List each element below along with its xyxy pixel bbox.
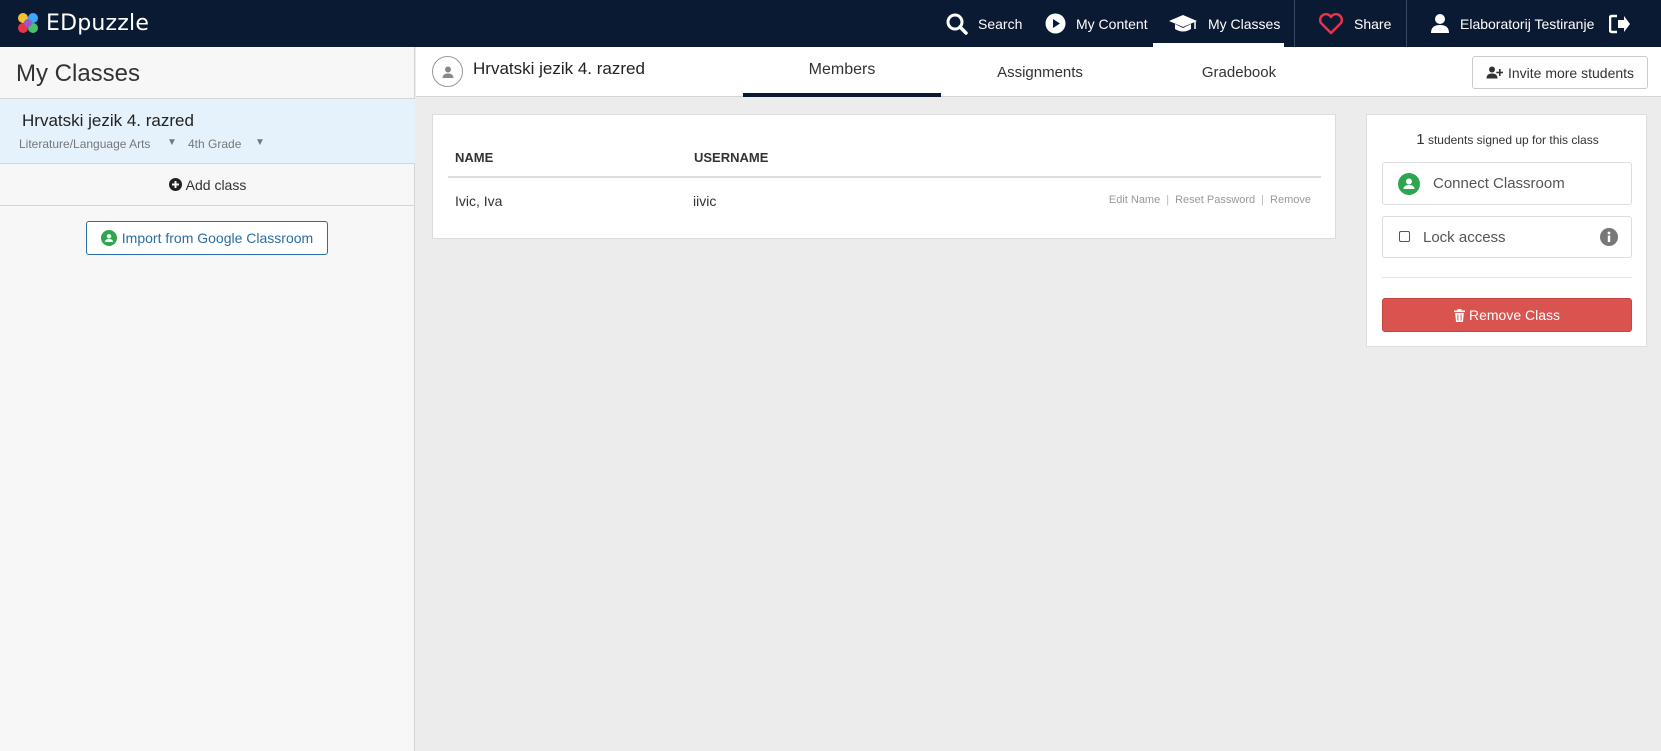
class-subject[interactable]: Literature/Language Arts [19,137,150,151]
user-icon [442,66,453,78]
nav-my-classes[interactable]: My Classes [1153,0,1284,47]
nav-user-menu[interactable]: Elaboratorij Testiranje [1430,0,1594,47]
column-header-username[interactable]: USERNAME [694,150,768,165]
logo-text: EDpuzzle [46,10,150,36]
google-classroom-icon [100,230,117,246]
edit-name-link[interactable]: Edit Name [1109,194,1160,206]
subject-dropdown-caret-icon[interactable]: ▼ [167,137,177,148]
divider [448,176,1321,178]
class-list-item[interactable]: Hrvatski jezik 4. razred Literature/Lang… [0,99,415,164]
heart-icon [1318,12,1344,34]
class-header: Hrvatski jezik 4. razred Members Assignm… [416,47,1661,97]
remove-class-label: Remove Class [1468,307,1561,323]
nav-user-name: Elaboratorij Testiranje [1460,15,1595,32]
student-count: 1 [1416,131,1425,148]
tab-assignments[interactable]: Assignments [941,47,1139,97]
class-title: Hrvatski jezik 4. razred [473,59,645,78]
user-icon [1431,14,1449,33]
members-table: NAME USERNAME Ivic, Iva iivic Edit Name |… [432,114,1336,239]
edpuzzle-logo[interactable]: EDpuzzle [14,8,149,38]
nav-my-content-label: My Content [1076,15,1148,32]
top-navigation-bar: EDpuzzle Search My Content My Classes Sh… [0,0,1661,47]
nav-search[interactable]: Search [946,0,1022,47]
tab-gradebook[interactable]: Gradebook [1139,47,1339,97]
class-avatar[interactable] [432,56,463,87]
nav-share-label: Share [1354,15,1392,32]
separator: | [1166,194,1170,206]
nav-my-content[interactable]: My Content [1045,0,1148,47]
graduation-cap-icon [1169,14,1197,31]
logout-icon [1609,14,1630,33]
row-actions: Edit Name | Reset Password | Remove [1109,194,1311,206]
column-header-name[interactable]: NAME [455,150,493,165]
grade-dropdown-caret-icon[interactable]: ▼ [255,137,265,148]
classes-sidebar: My Classes Hrvatski jezik 4. razred Lite… [0,47,415,751]
lock-access-row: Lock access [1382,216,1632,258]
search-icon [946,13,968,35]
student-username: iivic [693,193,717,209]
divider [1382,277,1632,278]
play-circle-icon [1045,13,1066,34]
student-name: Ivic, Iva [455,193,503,209]
plus-circle-icon [168,178,182,191]
user-plus-icon [1486,66,1503,79]
connect-classroom-button[interactable]: Connect Classroom [1382,162,1632,205]
class-settings-panel: 1 students signed up for this class Conn… [1366,114,1647,347]
import-google-classroom-button[interactable]: Import from Google Classroom [86,221,328,255]
lock-access-label[interactable]: Lock access [1423,229,1506,246]
remove-student-link[interactable]: Remove [1270,194,1311,206]
trash-icon [1453,308,1465,322]
google-classroom-icon [1398,172,1420,195]
reset-password-link[interactable]: Reset Password [1175,194,1255,206]
lock-access-checkbox[interactable] [1399,231,1410,242]
remove-class-button[interactable]: Remove Class [1382,298,1632,332]
class-grade[interactable]: 4th Grade [188,137,241,151]
add-class-button[interactable]: Add class [0,164,415,206]
invite-button-label: Invite more students [1507,64,1635,81]
separator: | [1261,194,1265,206]
invite-more-students-button[interactable]: Invite more students [1472,56,1648,89]
nav-separator [1406,0,1407,47]
import-button-label: Import from Google Classroom [121,230,314,246]
nav-separator [1294,0,1295,47]
sidebar-title: My Classes [16,60,141,87]
nav-search-label: Search [978,15,1023,32]
signed-up-text: students signed up for this class [1427,133,1599,147]
puzzle-logo-icon [18,13,38,33]
add-class-label: Add class [185,176,247,193]
nav-share[interactable]: Share [1318,0,1391,47]
class-name: Hrvatski jezik 4. razred [22,111,194,130]
tab-members[interactable]: Members [743,47,941,97]
logout-button[interactable] [1609,0,1641,47]
info-icon[interactable] [1600,228,1618,246]
connect-classroom-label: Connect Classroom [1433,175,1565,192]
signed-up-summary: 1 students signed up for this class [1367,131,1648,148]
nav-my-classes-label: My Classes [1208,15,1281,32]
